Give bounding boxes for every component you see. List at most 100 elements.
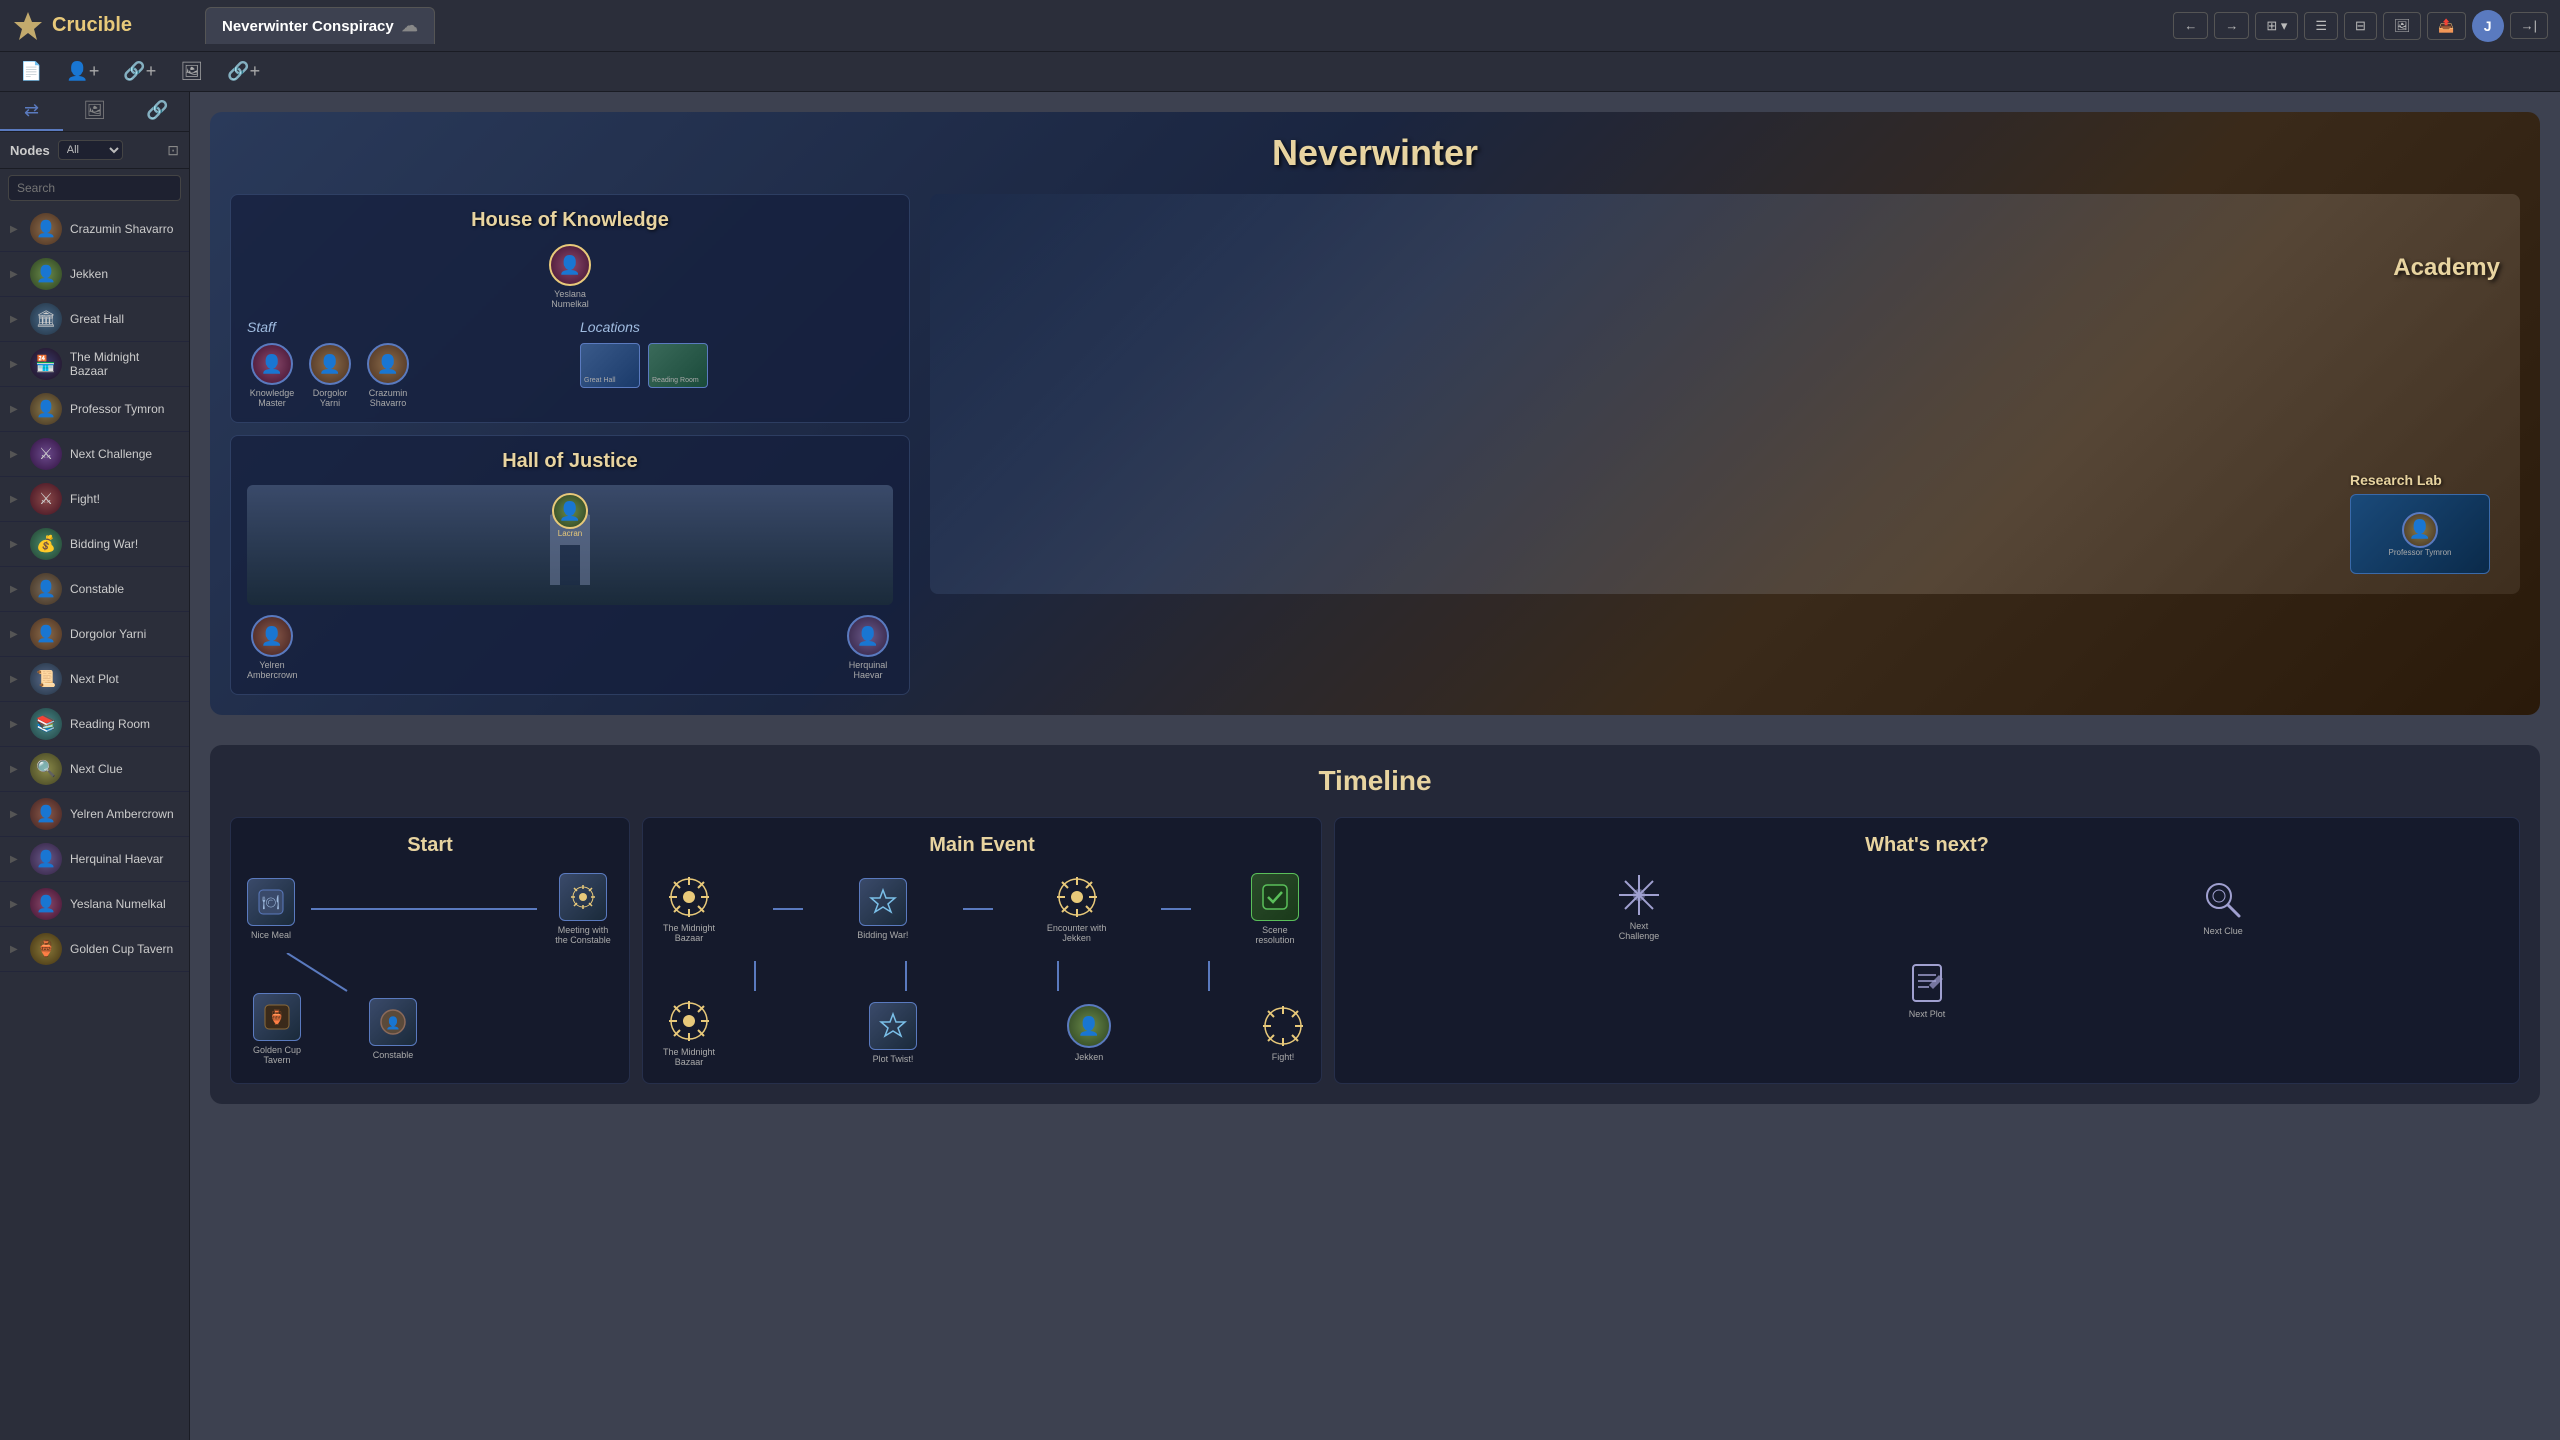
check-icon bbox=[1261, 883, 1289, 911]
sidebar-tabs: ⇄ 🖼 🔗 bbox=[0, 92, 189, 132]
list-item[interactable]: ▶ 👤 Yeslana Numelkal bbox=[0, 882, 189, 927]
list-view-button[interactable]: ☰ bbox=[2304, 12, 2338, 40]
collapse-button[interactable]: →| bbox=[2510, 12, 2548, 39]
list-item[interactable]: ▶ 🔍 Next Clue bbox=[0, 747, 189, 792]
undo-button[interactable]: ← bbox=[2173, 12, 2208, 39]
avatar: ⚔ bbox=[30, 438, 62, 470]
active-tab[interactable]: Neverwinter Conspiracy ☁ bbox=[205, 7, 435, 44]
list-item[interactable]: ▶ ⚔ Fight! bbox=[0, 477, 189, 522]
map-person: 👤 Crazumin Shavarro bbox=[363, 343, 413, 408]
avatar: 🏺 bbox=[30, 933, 62, 965]
list-item[interactable]: ▶ 👤 Crazumin Shavarro bbox=[0, 207, 189, 252]
starburst-icon3 bbox=[667, 999, 711, 1043]
timeline-node: 🏺 Golden Cup Tavern bbox=[247, 993, 307, 1065]
avatar: 🔍 bbox=[30, 753, 62, 785]
node-label: Great Hall bbox=[70, 312, 124, 326]
list-item[interactable]: ▶ 📜 Next Plot bbox=[0, 657, 189, 702]
node-label: Scene resolution bbox=[1245, 925, 1305, 945]
node-label: Yelren Ambercrown bbox=[70, 807, 174, 821]
hoj-title: Hall of Justice bbox=[247, 450, 893, 473]
map-person: Great Hall bbox=[580, 343, 640, 388]
add-link-button[interactable]: 🔗+ bbox=[115, 57, 164, 86]
filter-icon-button[interactable]: ⊡ bbox=[167, 142, 179, 159]
node-label: The Midnight Bazaar bbox=[659, 1047, 719, 1067]
avatar: 👤 bbox=[30, 573, 62, 605]
map-person: 👤 Knowledge Master bbox=[247, 343, 297, 408]
map-person: 👤 Yeslana Numelkal bbox=[545, 244, 595, 309]
person-icon: 🍽 bbox=[257, 888, 285, 916]
add-page-button[interactable]: 📄 bbox=[12, 57, 50, 86]
export-button[interactable]: 📤 bbox=[2427, 12, 2465, 40]
chevron-icon: ▶ bbox=[10, 854, 22, 865]
redo-button[interactable]: → bbox=[2214, 12, 2249, 39]
node-label: Golden Cup Tavern bbox=[70, 942, 173, 956]
chevron-icon: ▶ bbox=[10, 674, 22, 685]
node-label: Bidding War! bbox=[70, 537, 138, 551]
list-item[interactable]: ▶ 👤 Jekken bbox=[0, 252, 189, 297]
node-label: The Midnight Bazaar bbox=[659, 923, 719, 943]
house-of-knowledge-card[interactable]: House of Knowledge 👤 Yeslana Numelkal bbox=[230, 194, 910, 423]
hok-content: Staff 👤 Knowledge Master 👤 D bbox=[247, 319, 893, 408]
list-item[interactable]: ▶ 📚 Reading Room bbox=[0, 702, 189, 747]
location-thumb: Reading Room bbox=[648, 343, 708, 388]
columns-view-button[interactable]: ⊟ bbox=[2344, 12, 2377, 40]
list-item[interactable]: ▶ 🏪 The Midnight Bazaar bbox=[0, 342, 189, 387]
chevron-icon: ▶ bbox=[10, 764, 22, 775]
hall-of-justice-card[interactable]: Hall of Justice 👤 bbox=[230, 435, 910, 695]
main-layout: ⇄ 🖼 🔗 Nodes AllPeoplePlacesEvents ⊡ ▶ 👤 … bbox=[0, 92, 2560, 1440]
timeline-node: 👤 Constable bbox=[369, 998, 417, 1060]
list-item[interactable]: ▶ 👤 Constable bbox=[0, 567, 189, 612]
timeline-node: Fight! bbox=[1261, 1004, 1305, 1062]
node-icon bbox=[559, 873, 607, 921]
person-name: Crazumin Shavarro bbox=[363, 388, 413, 408]
list-item[interactable]: ▶ 💰 Bidding War! bbox=[0, 522, 189, 567]
tab-image[interactable]: 🖼 bbox=[63, 92, 126, 131]
add-ref-button[interactable]: 🔗+ bbox=[219, 57, 268, 86]
tab-share[interactable]: ⇄ bbox=[0, 92, 63, 131]
list-item[interactable]: ▶ 👤 Yelren Ambercrown bbox=[0, 792, 189, 837]
academy-title: Academy bbox=[2393, 254, 2500, 282]
list-item[interactable]: ▶ 🏛 Great Hall bbox=[0, 297, 189, 342]
timeline-row: 🍽 Nice Meal bbox=[247, 873, 613, 945]
location-thumbs: Great Hall Reading Room bbox=[580, 343, 893, 388]
node-label: Encounter with Jekken bbox=[1047, 923, 1107, 943]
timeline-section: Timeline Start bbox=[210, 745, 2540, 1104]
app-name: Crucible bbox=[52, 14, 132, 37]
grid-view-button[interactable]: ⊞ ▾ bbox=[2255, 12, 2298, 40]
vertical-line bbox=[754, 961, 756, 991]
node-label: Dorgolor Yarni bbox=[70, 627, 146, 641]
chevron-icon: ▶ bbox=[10, 404, 22, 415]
canvas[interactable]: Neverwinter House of Knowledge bbox=[190, 92, 2560, 1440]
location-thumb: Great Hall bbox=[580, 343, 640, 388]
image-view-button[interactable]: 🖼 bbox=[2383, 12, 2422, 40]
list-item[interactable]: ▶ 👤 Herquinal Haevar bbox=[0, 837, 189, 882]
list-item[interactable]: ▶ 🏺 Golden Cup Tavern bbox=[0, 927, 189, 972]
tab-link[interactable]: 🔗 bbox=[126, 92, 189, 131]
svg-text:🏺: 🏺 bbox=[268, 1009, 285, 1026]
next-label: What's next? bbox=[1351, 834, 2503, 857]
person-name: Herquinal Haevar bbox=[843, 660, 893, 680]
avatar: 🏪 bbox=[30, 348, 62, 380]
list-item[interactable]: ▶ 👤 Professor Tymron bbox=[0, 387, 189, 432]
vertical-line bbox=[1057, 961, 1059, 991]
hok-staff: Staff 👤 Knowledge Master 👤 D bbox=[247, 319, 560, 408]
list-item[interactable]: ▶ ⚔ Next Challenge bbox=[0, 432, 189, 477]
timeline-title: Timeline bbox=[230, 765, 2520, 797]
vertical-line bbox=[1208, 961, 1210, 991]
nodes-filter-select[interactable]: AllPeoplePlacesEvents bbox=[58, 140, 123, 160]
svg-text:🍽: 🍽 bbox=[262, 894, 280, 910]
node-icon: 🏺 bbox=[253, 993, 301, 1041]
map-left: House of Knowledge 👤 Yeslana Numelkal bbox=[230, 194, 910, 695]
user-avatar-button[interactable]: J bbox=[2472, 10, 2504, 42]
node-icon: 👤 bbox=[369, 998, 417, 1046]
node-label: Next Plot bbox=[70, 672, 119, 686]
avatar: 💰 bbox=[30, 528, 62, 560]
timeline-node: Next Clue bbox=[2201, 878, 2245, 936]
add-image-button2[interactable]: 🖼 bbox=[172, 57, 211, 86]
add-node-button[interactable]: 👤+ bbox=[58, 57, 107, 86]
search-input[interactable] bbox=[8, 175, 181, 201]
staff-avatars: 👤 Knowledge Master 👤 Dorgolor Yarni bbox=[247, 343, 560, 408]
list-item[interactable]: ▶ 👤 Dorgolor Yarni bbox=[0, 612, 189, 657]
node-label: Jekken bbox=[70, 267, 108, 281]
canvas-inner: Neverwinter House of Knowledge bbox=[190, 92, 2560, 1144]
